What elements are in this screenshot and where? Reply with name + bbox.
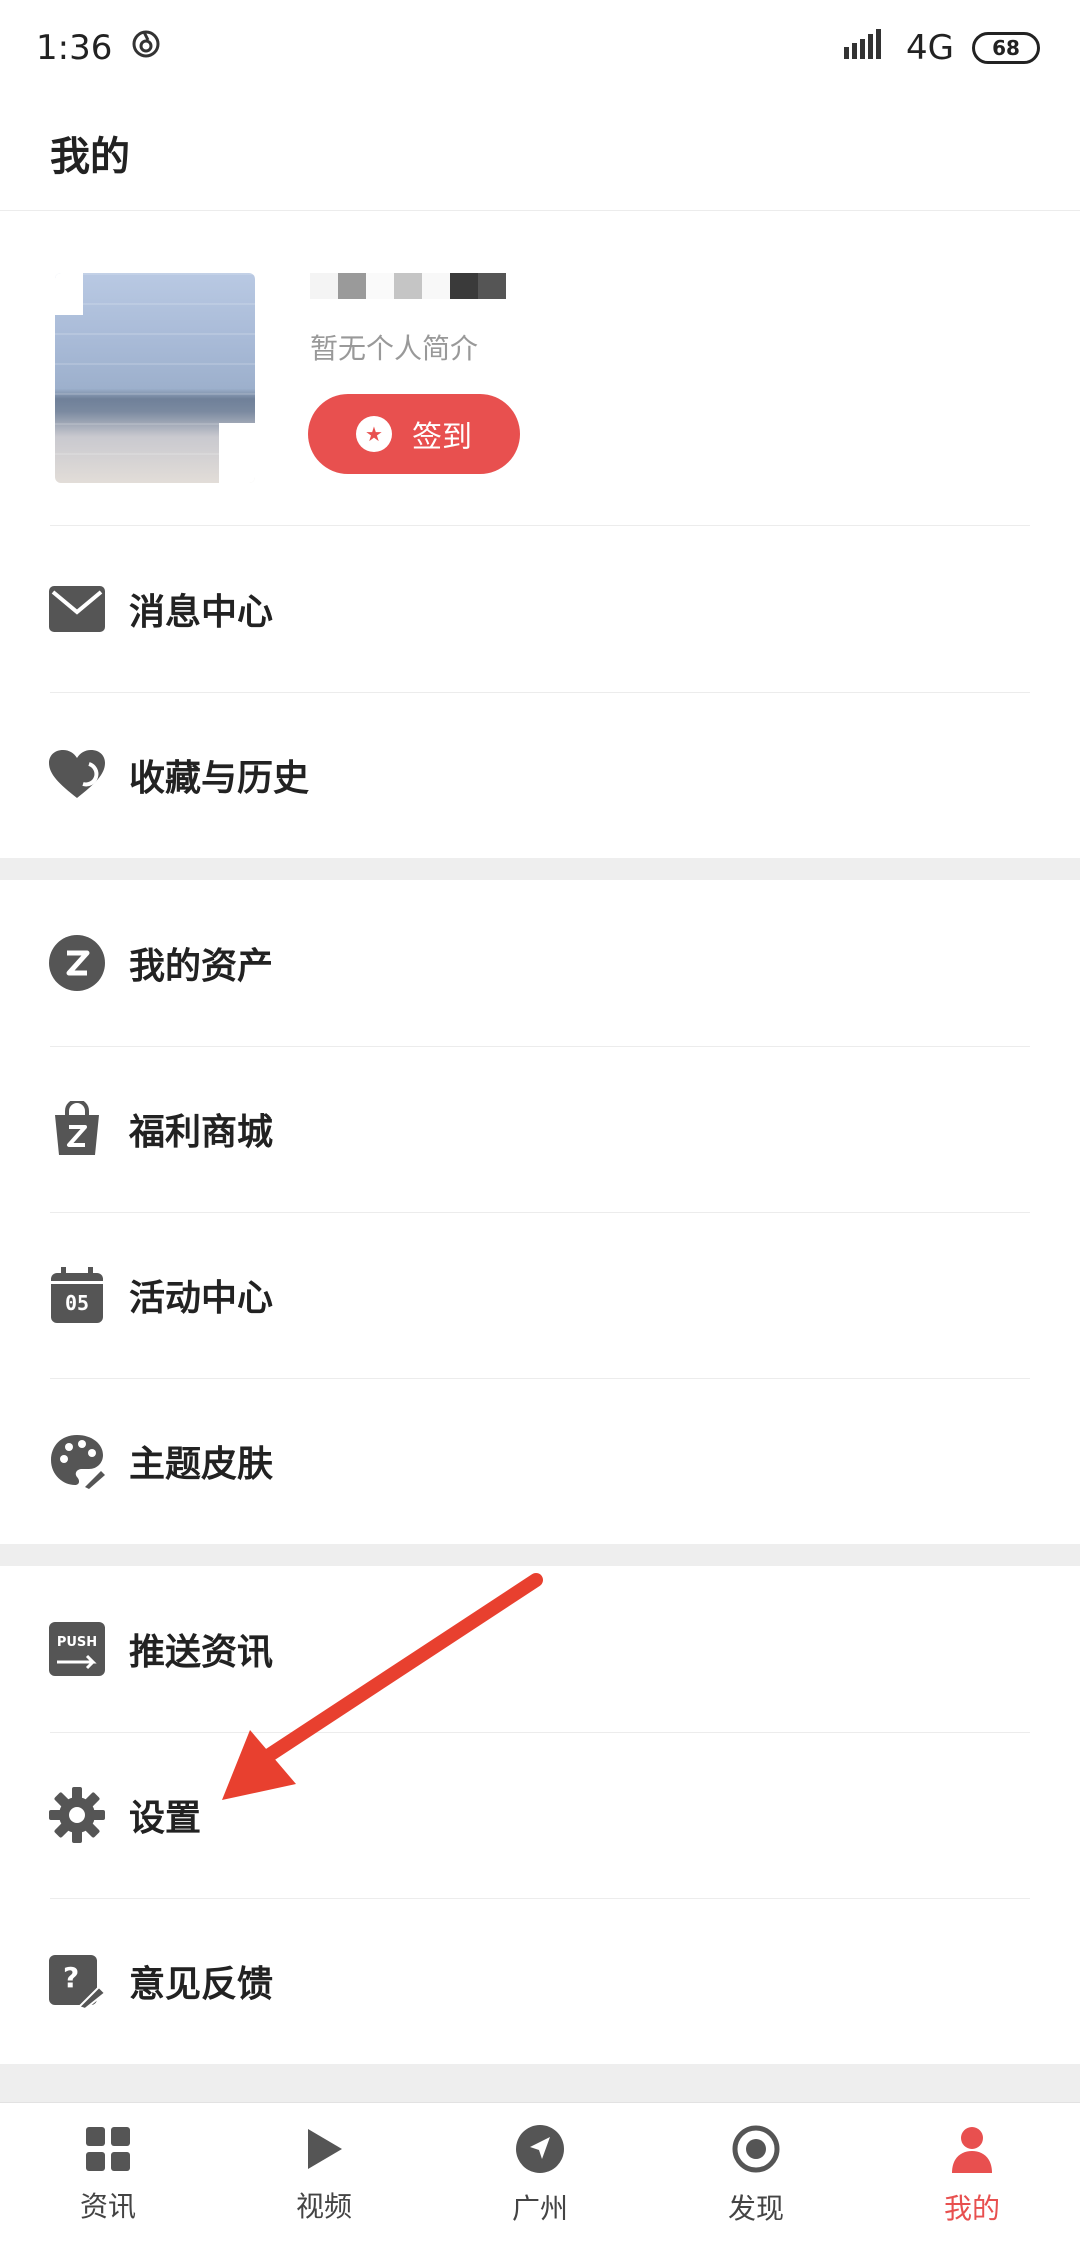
play-icon xyxy=(302,2127,346,2175)
menu-section-2: 我的资产 福利商城 05 活动中心 主题皮肤 xyxy=(0,880,1080,1544)
menu-item-favorites[interactable]: 收藏与历史 xyxy=(0,692,1080,858)
push-badge-text: PUSH xyxy=(56,1635,98,1650)
tab-label: 视频 xyxy=(295,2190,352,2223)
tab-news[interactable]: 资讯 xyxy=(0,2103,216,2249)
grid-icon xyxy=(86,2127,130,2175)
tab-city[interactable]: 广州 xyxy=(432,2103,648,2249)
checkin-button[interactable]: ★ 签到 xyxy=(308,394,520,474)
calendar-icon: 05 xyxy=(49,1267,105,1323)
tab-label: 发现 xyxy=(727,2192,784,2225)
menu-item-label: 消息中心 xyxy=(129,592,274,633)
menu-item-label: 推送资讯 xyxy=(129,1632,274,1673)
menu-item-label: 意见反馈 xyxy=(129,1964,274,2005)
menu-item-mall[interactable]: 福利商城 xyxy=(0,1046,1080,1212)
status-bar: 1:36 4G 68 xyxy=(0,0,1080,96)
menu-item-assets[interactable]: 我的资产 xyxy=(0,880,1080,1046)
section-gap xyxy=(0,2064,1080,2102)
feedback-icon: ? xyxy=(49,1953,105,2009)
menu-item-label: 我的资产 xyxy=(129,946,274,987)
heart-icon xyxy=(49,747,105,803)
menu-item-label: 福利商城 xyxy=(129,1112,274,1153)
location-arrow-icon xyxy=(516,2125,564,2177)
avatar[interactable] xyxy=(55,273,255,483)
status-right: 4G 68 xyxy=(844,28,1040,68)
bottom-tab-bar: 资讯 视频 广州 发现 我的 xyxy=(0,2102,1080,2249)
user-icon xyxy=(950,2125,994,2177)
svg-text:?: ? xyxy=(63,1961,79,1994)
menu-item-label: 设置 xyxy=(129,1798,202,1839)
tab-label: 广州 xyxy=(511,2192,568,2225)
menu-item-messages[interactable]: 消息中心 xyxy=(0,526,1080,692)
star-badge-icon: ★ xyxy=(356,416,392,452)
status-time: 1:36 xyxy=(36,28,113,68)
menu-item-feedback[interactable]: ? 意见反馈 xyxy=(0,1898,1080,2064)
menu-section-3: PUSH 推送资讯 设置 ? 意见反馈 xyxy=(0,1566,1080,2064)
profile-bio: 暂无个人简介 xyxy=(310,332,479,365)
section-gap xyxy=(0,1544,1080,1566)
target-icon xyxy=(732,2125,780,2177)
tab-video[interactable]: 视频 xyxy=(216,2103,432,2249)
mail-icon xyxy=(49,581,105,637)
menu-item-theme[interactable]: 主题皮肤 xyxy=(0,1378,1080,1544)
tab-discover[interactable]: 发现 xyxy=(648,2103,864,2249)
profile-card: 暂无个人简介 ★ 签到 xyxy=(0,211,1080,526)
signal-icon xyxy=(844,28,888,68)
username-blurred xyxy=(310,273,506,299)
app-notification-icon xyxy=(130,28,162,69)
calendar-day: 05 xyxy=(64,1291,90,1315)
menu-item-events[interactable]: 05 活动中心 xyxy=(0,1212,1080,1378)
menu-item-label: 活动中心 xyxy=(129,1278,274,1319)
tab-label: 我的 xyxy=(943,2192,1000,2225)
menu-item-label: 主题皮肤 xyxy=(129,1444,274,1485)
menu-item-settings[interactable]: 设置 xyxy=(0,1732,1080,1898)
page-title: 我的 xyxy=(0,96,1080,211)
menu-item-label: 收藏与历史 xyxy=(129,758,310,799)
gear-icon xyxy=(49,1787,105,1843)
push-icon: PUSH xyxy=(49,1621,105,1677)
menu-section-1: 消息中心 收藏与历史 xyxy=(0,526,1080,858)
tab-label: 资讯 xyxy=(79,2190,136,2223)
z-coin-icon xyxy=(49,935,105,991)
section-gap xyxy=(0,858,1080,880)
shopping-bag-icon xyxy=(49,1101,105,1157)
battery-indicator: 68 xyxy=(972,32,1040,64)
network-type: 4G xyxy=(906,28,954,68)
status-left: 1:36 xyxy=(36,28,162,69)
checkin-label: 签到 xyxy=(412,420,472,455)
menu-item-push[interactable]: PUSH 推送资讯 xyxy=(0,1566,1080,1732)
palette-icon xyxy=(49,1433,105,1489)
tab-mine[interactable]: 我的 xyxy=(864,2103,1080,2249)
